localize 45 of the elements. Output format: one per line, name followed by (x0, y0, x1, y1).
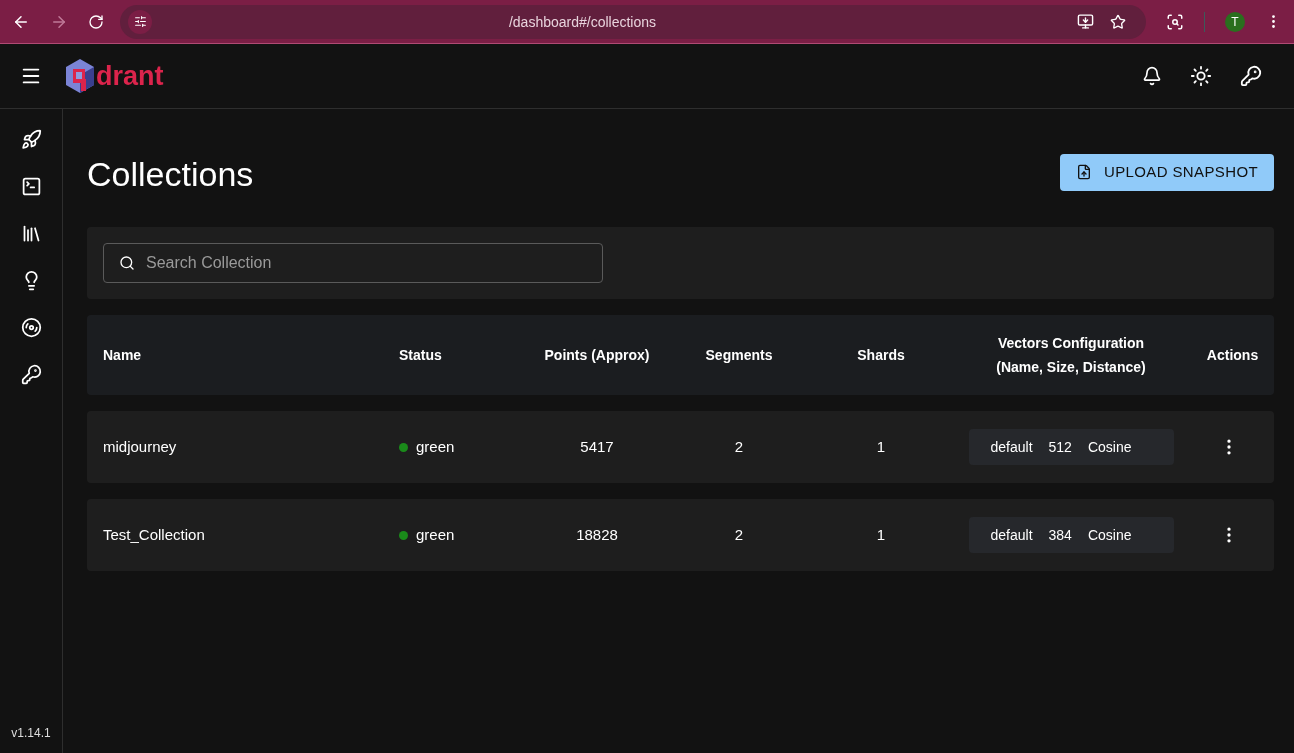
table-cell-text: 2 (733, 436, 745, 457)
profile-avatar[interactable]: T (1225, 11, 1245, 32)
key-icon[interactable] (1240, 65, 1262, 87)
column-header: Segments (705, 346, 773, 365)
column-header: Actions (1206, 346, 1259, 365)
reload-icon[interactable] (88, 13, 104, 30)
table-cell-text: 18828 (575, 524, 619, 545)
column-header: Vectors Configuration (Name, Size, Distance) (995, 334, 1147, 377)
file-upload-icon (1076, 164, 1092, 180)
rocket-icon[interactable] (20, 129, 42, 150)
lens-icon[interactable] (1166, 12, 1184, 31)
search-field[interactable]: Search Collection (103, 243, 603, 283)
table-cell-text: 2 (733, 524, 745, 545)
vector-config-text: 512 (1048, 438, 1072, 457)
status-text: green (416, 524, 455, 545)
search-icon (119, 255, 135, 271)
column-header: Points (Approx) (544, 346, 650, 365)
table-cell-text: 1 (875, 436, 887, 457)
column-header: Name (103, 347, 142, 363)
sun-icon[interactable] (1190, 65, 1212, 87)
url-text: /dashboard#/collections (507, 12, 658, 32)
bookmark-icon[interactable] (1110, 13, 1126, 30)
site-settings-icon[interactable] (128, 9, 152, 34)
upload-snapshot-button[interactable]: UPLOAD SNAPSHOT (1060, 153, 1274, 191)
logo-text: drant (96, 62, 164, 90)
table-cell-text: 1 (875, 524, 887, 545)
vector-config-text: default (990, 526, 1033, 545)
terminal-icon[interactable] (20, 176, 42, 197)
notifications-icon[interactable] (1142, 66, 1162, 86)
column-header: Status (399, 347, 442, 363)
key-icon[interactable] (20, 364, 42, 385)
address-bar[interactable]: /dashboard#/collections (120, 4, 1146, 39)
table-cell-text: Test_Collection (103, 524, 206, 545)
vector-config-text: Cosine (1087, 526, 1132, 545)
table-cell-text: 5417 (579, 436, 615, 457)
status-text: green (416, 436, 455, 457)
version-text: v1.14.1 (11, 725, 51, 741)
vector-config-text: 384 (1048, 526, 1072, 545)
column-header: Shards (857, 346, 905, 365)
table-cell-text: midjourney (103, 436, 178, 457)
cube-logo-icon (66, 59, 94, 93)
install-icon[interactable] (1077, 13, 1094, 30)
vector-config-text: default (990, 438, 1033, 457)
page-title: Collections (87, 157, 254, 191)
vector-config-text: Cosine (1087, 438, 1132, 457)
